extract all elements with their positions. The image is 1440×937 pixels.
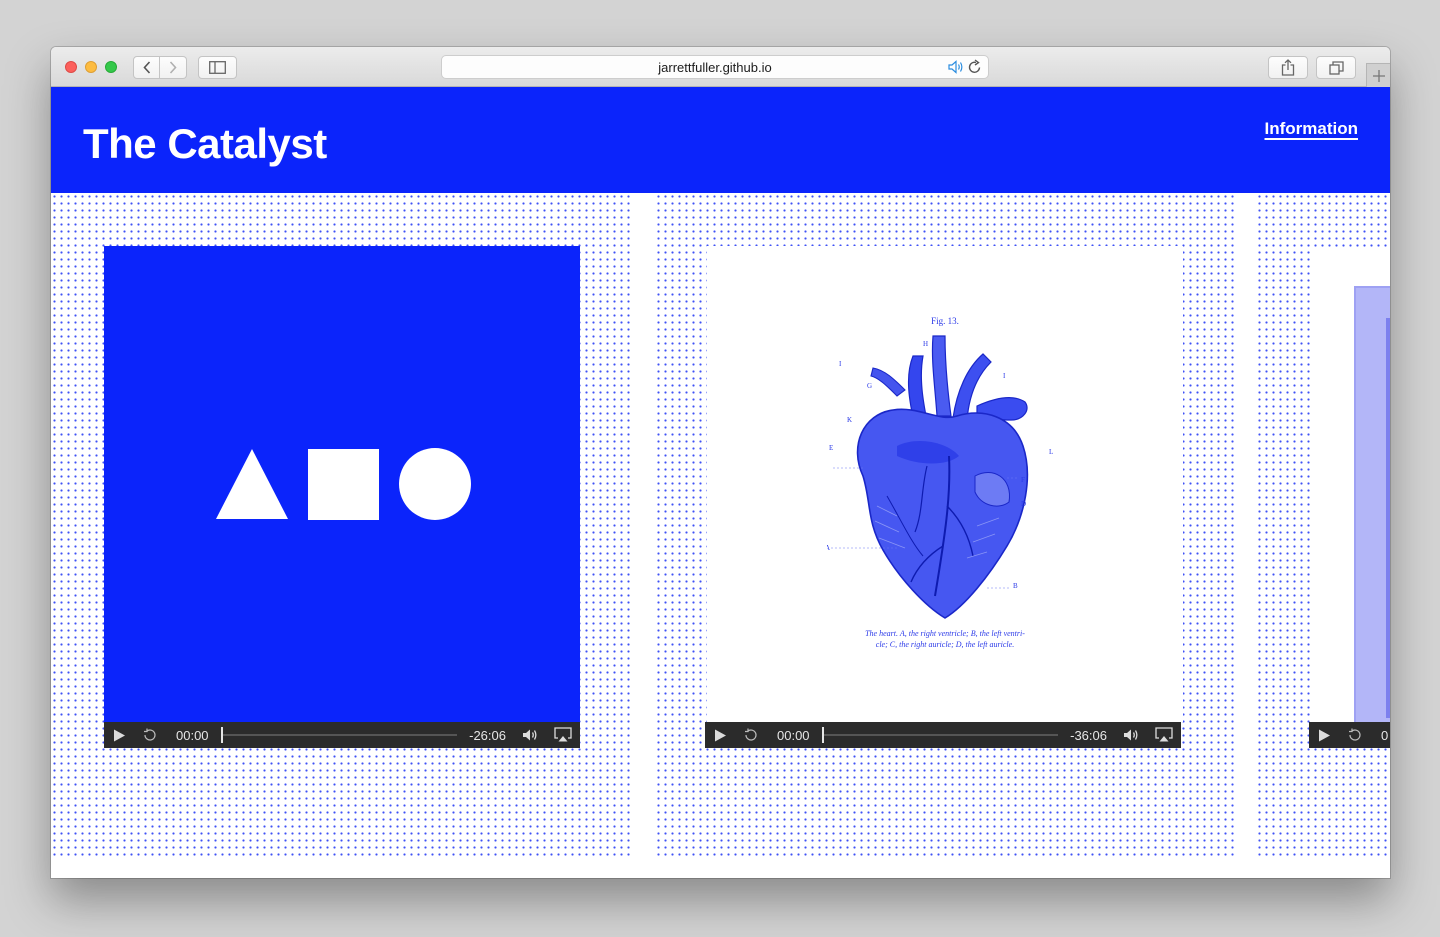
skip-back-30-icon[interactable] (743, 727, 759, 746)
back-button[interactable] (133, 56, 160, 79)
episode-card: Fig. 13. I H G I K E L F D A B The heart… (655, 193, 1235, 858)
lilac-artwork-panel (1354, 286, 1390, 726)
reload-icon[interactable] (968, 59, 982, 78)
current-time: 00:00 (777, 728, 810, 743)
episode-list: 00:00 -26:06 Fig. 13. I H G I K E L F D … (51, 193, 1390, 878)
remaining-time: -36:06 (1070, 728, 1107, 743)
volume-icon[interactable] (522, 728, 539, 745)
play-icon[interactable] (113, 729, 126, 745)
diagram-letter-label: I (1003, 372, 1006, 380)
caption-line: cle; C, the right auricle; D, the left a… (876, 640, 1014, 649)
sidebar-toggle-button[interactable] (198, 56, 237, 79)
anatomical-heart-illustration: Fig. 13. I H G I K E L F D A B The heart… (827, 316, 1053, 649)
episode-card: 00:00 -26:06 (51, 193, 634, 858)
information-link[interactable]: Information (1265, 119, 1359, 139)
share-icon (1281, 59, 1295, 76)
diagram-letter-label: L (1049, 448, 1053, 456)
audio-playing-icon[interactable] (948, 60, 964, 77)
share-button[interactable] (1268, 56, 1308, 79)
square-shape (308, 448, 379, 520)
tabs-overview-icon (1328, 60, 1344, 75)
diagram-letter-label: D (1021, 500, 1026, 508)
play-icon[interactable] (1318, 729, 1331, 745)
diagram-letter-label: G (867, 382, 872, 390)
caption-line: The heart. A, the right ventricle; B, th… (865, 629, 1025, 638)
play-icon[interactable] (714, 729, 727, 745)
episode-artwork[interactable] (104, 246, 580, 722)
diagram-letter-label: E (829, 444, 833, 452)
forward-button[interactable] (160, 56, 187, 79)
diagram-letter-label: A (827, 544, 830, 552)
address-bar[interactable]: jarrettfuller.github.io (441, 55, 989, 79)
progress-track[interactable] (822, 734, 1058, 736)
remaining-time: -26:06 (469, 728, 506, 743)
zoom-window-button[interactable] (105, 61, 117, 73)
triangle-shape (216, 449, 288, 519)
show-tabs-button[interactable] (1316, 56, 1356, 79)
progress-handle[interactable] (221, 727, 223, 743)
new-tab-button[interactable] (1366, 63, 1390, 87)
figure-label: Fig. 13. (931, 316, 959, 326)
volume-icon[interactable] (1123, 728, 1140, 745)
audio-player: 00:00 -36:06 (705, 722, 1181, 748)
audio-player: 00:00 -26:06 (104, 722, 580, 748)
browser-toolbar: jarrettfuller.github.io (51, 47, 1390, 87)
shapes-logo (216, 448, 471, 520)
sidebar-icon (209, 61, 226, 74)
diagram-letter-label: B (1013, 582, 1018, 590)
airplay-icon[interactable] (554, 727, 572, 745)
web-page: The Catalyst Information 00:00 -26:06 Fi… (51, 87, 1390, 878)
minimize-window-button[interactable] (85, 61, 97, 73)
progress-track[interactable] (221, 734, 457, 736)
episode-artwork[interactable] (1311, 248, 1390, 726)
audio-player: 0 (1309, 722, 1390, 748)
diagram-letter-label: I (839, 360, 842, 368)
site-header: The Catalyst Information (51, 87, 1390, 193)
chevron-right-icon (169, 61, 177, 74)
url-text: jarrettfuller.github.io (658, 59, 772, 75)
browser-window: jarrettfuller.github.io The Catalyst Inf… (51, 47, 1390, 878)
circle-shape (399, 448, 471, 520)
progress-handle[interactable] (822, 727, 824, 743)
skip-back-30-icon[interactable] (142, 727, 158, 746)
close-window-button[interactable] (65, 61, 77, 73)
episode-card: 0 (1256, 193, 1390, 858)
skip-back-30-icon[interactable] (1347, 727, 1363, 746)
airplay-icon[interactable] (1155, 727, 1173, 745)
diagram-letter-label: K (847, 416, 852, 424)
episode-artwork[interactable]: Fig. 13. I H G I K E L F D A B The heart… (707, 246, 1183, 722)
chevron-left-icon (142, 61, 150, 74)
site-title[interactable]: The Catalyst (83, 120, 327, 168)
plus-icon (1372, 69, 1385, 82)
diagram-letter-label: H (923, 340, 928, 348)
diagram-letter-label: F (1021, 476, 1025, 484)
current-time: 0 (1381, 728, 1389, 743)
current-time: 00:00 (176, 728, 209, 743)
